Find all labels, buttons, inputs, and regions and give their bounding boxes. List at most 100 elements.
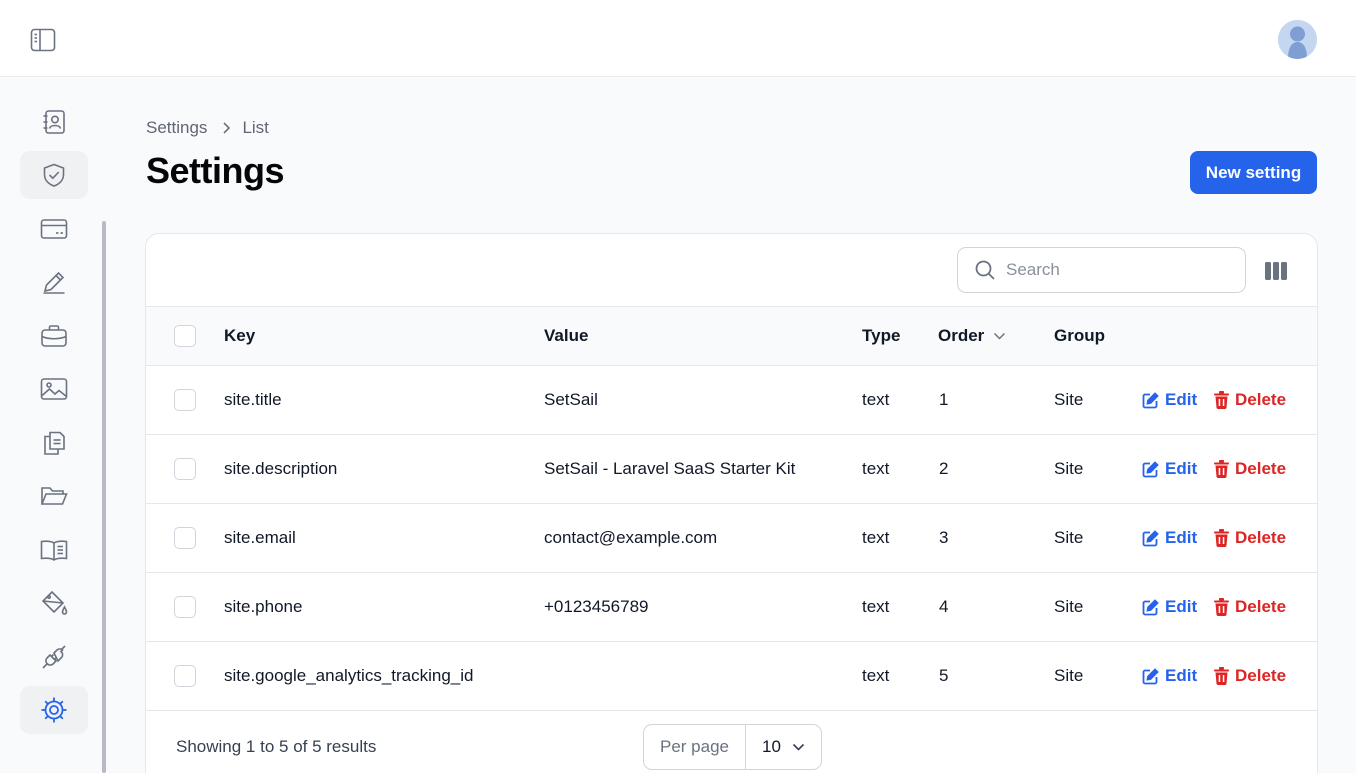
cell-key: site.email (224, 528, 296, 547)
row-checkbox[interactable] (174, 596, 196, 618)
edit-icon (1142, 598, 1159, 615)
per-page-value: 10 (762, 737, 781, 756)
book-open-icon (40, 540, 68, 561)
cell-type: text (862, 390, 890, 409)
breadcrumb: Settings List (146, 118, 269, 138)
table-header: Key Value Type Order Group (146, 306, 1317, 366)
table-row: site.email contact@example.com text 3 Site Ed… (146, 504, 1317, 573)
column-header-order[interactable]: Order (938, 307, 1006, 365)
edit-button[interactable]: Edit (1142, 504, 1197, 572)
edit-icon (1142, 460, 1159, 477)
edit-button[interactable]: Edit (1142, 573, 1197, 641)
edit-button[interactable]: Edit (1142, 435, 1197, 503)
page-title: Settings (146, 150, 285, 191)
search-field[interactable] (957, 247, 1246, 293)
delete-button[interactable]: Delete (1214, 435, 1286, 503)
trash-icon (1214, 598, 1229, 616)
breadcrumb-current: List (242, 118, 269, 137)
cell-value: SetSail (544, 390, 598, 409)
column-header-key: Key (224, 326, 256, 345)
cell-order: 3 (939, 528, 949, 547)
edit-label: Edit (1165, 390, 1198, 409)
credit-card-icon (40, 219, 68, 239)
table-row: site.google_analytics_tracking_id text 5 Si… (146, 642, 1317, 711)
edit-button[interactable]: Edit (1142, 642, 1197, 710)
gear-icon (41, 697, 67, 723)
sidebar-item-jobs[interactable] (20, 312, 88, 360)
row-checkbox[interactable] (174, 389, 196, 411)
edit-icon (1142, 391, 1159, 408)
cell-order: 1 (939, 390, 949, 409)
delete-label: Delete (1235, 666, 1287, 685)
sidebar-item-shield[interactable] (20, 151, 88, 199)
pencil-icon (43, 271, 65, 294)
sidebar-item-contacts[interactable] (20, 98, 88, 146)
cell-type: text (862, 528, 890, 547)
sidebar-item-themes[interactable] (20, 579, 88, 627)
cell-key: site.description (224, 459, 338, 478)
delete-label: Delete (1235, 459, 1287, 478)
column-header-order-label: Order (938, 326, 985, 345)
sidebar-scrollbar[interactable] (102, 221, 106, 773)
edit-label: Edit (1165, 597, 1198, 616)
search-input[interactable] (1006, 260, 1226, 280)
sidebar-item-pages[interactable] (20, 419, 88, 467)
top-bar (0, 0, 1356, 77)
chevron-down-icon (792, 743, 805, 751)
folder-open-icon (40, 487, 68, 505)
image-icon (40, 378, 68, 400)
trash-icon (1214, 460, 1229, 478)
user-avatar[interactable] (1278, 20, 1317, 59)
cell-key: site.phone (224, 597, 303, 616)
cell-value: contact@example.com (544, 528, 718, 547)
sidebar-item-plugins[interactable] (20, 633, 88, 681)
new-setting-button[interactable]: New setting (1190, 151, 1317, 194)
trash-icon (1214, 667, 1229, 685)
sidebar-item-files[interactable] (20, 472, 88, 520)
sidebar-item-media[interactable] (20, 365, 88, 413)
edit-label: Edit (1165, 666, 1198, 685)
columns-toggle-icon[interactable] (1264, 261, 1288, 281)
cell-key: site.google_analytics_tracking_id (224, 666, 474, 685)
briefcase-icon (41, 325, 67, 347)
sidebar-item-posts[interactable] (20, 258, 88, 306)
sidebar-item-settings[interactable] (20, 686, 88, 734)
delete-button[interactable]: Delete (1214, 504, 1286, 572)
breadcrumb-settings-link[interactable]: Settings (146, 118, 207, 138)
delete-label: Delete (1235, 528, 1287, 547)
cell-value: SetSail - Laravel SaaS Starter Kit (544, 459, 796, 478)
per-page-label: Per page (644, 725, 746, 769)
edit-button[interactable]: Edit (1142, 366, 1197, 434)
settings-table-card: Key Value Type Order Group site.title Set… (145, 233, 1318, 773)
trash-icon (1214, 529, 1229, 547)
cell-order: 5 (939, 666, 949, 685)
cell-group: Site (1054, 390, 1084, 409)
column-header-group: Group (1054, 326, 1105, 345)
cell-order: 4 (939, 597, 949, 616)
row-checkbox[interactable] (174, 458, 196, 480)
select-all-checkbox[interactable] (174, 325, 196, 347)
per-page-select[interactable]: Per page 10 (643, 724, 822, 770)
delete-button[interactable]: Delete (1214, 366, 1286, 434)
row-checkbox[interactable] (174, 527, 196, 549)
delete-button[interactable]: Delete (1214, 642, 1286, 710)
row-checkbox[interactable] (174, 665, 196, 687)
cell-group: Site (1054, 597, 1084, 616)
edit-label: Edit (1165, 459, 1198, 478)
table-row: site.phone +0123456789 text 4 Site Edit Delete (146, 573, 1317, 642)
sidebar-toggle-icon[interactable] (28, 26, 58, 54)
cell-group: Site (1054, 459, 1084, 478)
chevron-down-icon (994, 332, 1006, 340)
sidebar-item-billing[interactable] (20, 205, 88, 253)
cell-group: Site (1054, 528, 1084, 547)
delete-label: Delete (1235, 390, 1287, 409)
delete-button[interactable]: Delete (1214, 573, 1286, 641)
sidebar (0, 77, 110, 773)
per-page-dropdown[interactable]: 10 (746, 725, 821, 769)
edit-icon (1142, 667, 1159, 684)
paint-bucket-icon (41, 590, 68, 615)
documents-icon (44, 431, 65, 455)
sidebar-item-docs[interactable] (20, 526, 88, 574)
cell-type: text (862, 597, 890, 616)
cell-group: Site (1054, 666, 1084, 685)
